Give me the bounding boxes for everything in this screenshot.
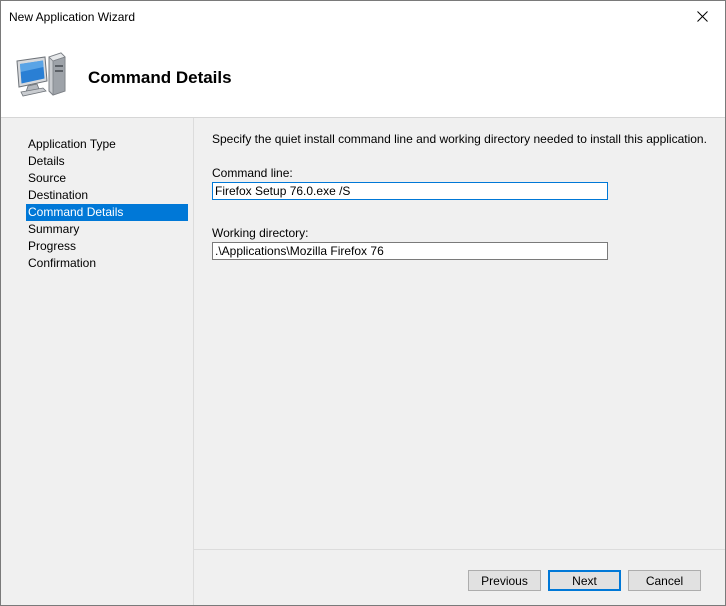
- computer-icon: [16, 52, 66, 97]
- working-directory-input[interactable]: [212, 242, 608, 260]
- next-button[interactable]: Next: [548, 570, 621, 591]
- working-directory-label: Working directory:: [212, 226, 309, 240]
- step-summary[interactable]: Summary: [26, 221, 188, 238]
- step-command-details[interactable]: Command Details: [26, 204, 188, 221]
- step-list: Application Type Details Source Destinat…: [26, 136, 188, 272]
- step-source[interactable]: Source: [26, 170, 188, 187]
- step-details[interactable]: Details: [26, 153, 188, 170]
- command-line-input[interactable]: [212, 182, 608, 200]
- instructions-text: Specify the quiet install command line a…: [212, 132, 707, 146]
- step-confirmation[interactable]: Confirmation: [26, 255, 188, 272]
- window-title: New Application Wizard: [9, 10, 136, 24]
- wizard-sidebar: Application Type Details Source Destinat…: [1, 118, 194, 605]
- wizard-window: New Application Wizard Command Details A…: [0, 0, 726, 606]
- wizard-footer: Previous Next Cancel: [194, 550, 725, 605]
- page-title: Command Details: [88, 68, 232, 87]
- title-bar: New Application Wizard: [1, 1, 725, 32]
- close-icon: [696, 11, 708, 22]
- close-button[interactable]: [679, 1, 725, 32]
- wizard-header: Command Details: [1, 32, 725, 118]
- wizard-content: Specify the quiet install command line a…: [194, 118, 725, 550]
- previous-button[interactable]: Previous: [468, 570, 541, 591]
- step-progress[interactable]: Progress: [26, 238, 188, 255]
- command-line-label: Command line:: [212, 166, 293, 180]
- step-application-type[interactable]: Application Type: [26, 136, 188, 153]
- cancel-button[interactable]: Cancel: [628, 570, 701, 591]
- step-destination[interactable]: Destination: [26, 187, 188, 204]
